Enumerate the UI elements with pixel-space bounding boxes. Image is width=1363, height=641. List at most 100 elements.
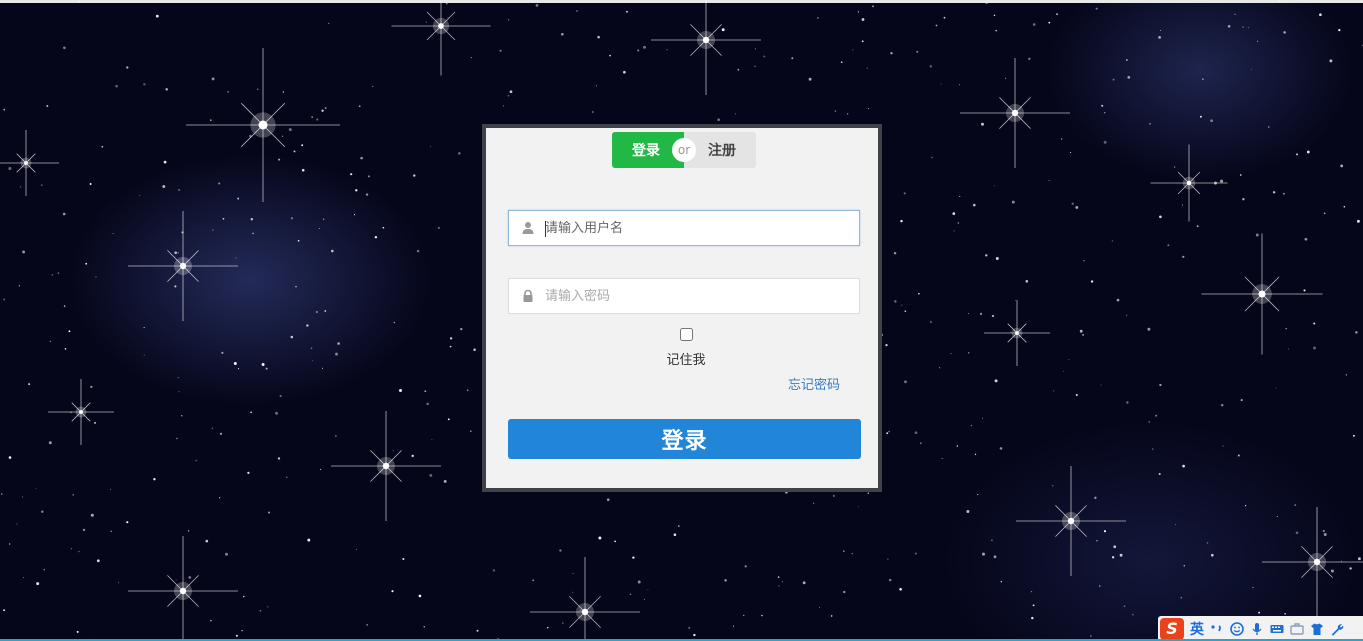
star bbox=[1206, 542, 1209, 544]
forgot-password-link[interactable]: 忘记密码 bbox=[788, 374, 840, 393]
settings-wrench-icon[interactable] bbox=[1330, 622, 1344, 636]
star bbox=[1056, 13, 1058, 15]
login-submit-button[interactable]: 登录 bbox=[508, 419, 861, 459]
star bbox=[413, 174, 416, 177]
star bbox=[293, 150, 296, 153]
star bbox=[724, 579, 727, 582]
star bbox=[430, 145, 431, 147]
star bbox=[572, 572, 574, 575]
star bbox=[1247, 27, 1249, 29]
star bbox=[431, 439, 433, 440]
star bbox=[8, 167, 12, 170]
bright-star bbox=[1150, 144, 1228, 222]
star bbox=[335, 435, 337, 437]
star bbox=[78, 550, 80, 553]
star bbox=[212, 229, 214, 231]
star bbox=[1174, 523, 1177, 526]
star bbox=[802, 581, 806, 585]
star bbox=[1053, 390, 1055, 392]
star bbox=[210, 119, 212, 121]
star bbox=[310, 347, 313, 350]
star bbox=[1103, 140, 1107, 144]
star bbox=[754, 48, 756, 50]
star bbox=[143, 326, 145, 329]
star bbox=[901, 304, 903, 306]
star bbox=[425, 21, 427, 23]
star bbox=[219, 432, 223, 435]
star bbox=[1356, 219, 1360, 223]
password-input[interactable] bbox=[545, 279, 845, 313]
star bbox=[991, 314, 995, 318]
star bbox=[499, 49, 502, 52]
star bbox=[1090, 280, 1094, 283]
star bbox=[647, 589, 649, 591]
star bbox=[999, 447, 1003, 450]
star bbox=[1101, 104, 1104, 107]
username-input[interactable] bbox=[545, 211, 845, 245]
star bbox=[1071, 202, 1074, 205]
sogou-logo-icon[interactable]: S bbox=[1160, 617, 1184, 640]
star bbox=[227, 91, 229, 93]
star bbox=[460, 327, 463, 331]
star bbox=[101, 145, 104, 148]
star bbox=[301, 168, 305, 172]
toolbox-icon[interactable] bbox=[1290, 622, 1304, 636]
star bbox=[155, 14, 159, 18]
star bbox=[1167, 244, 1170, 247]
star bbox=[301, 144, 304, 147]
star bbox=[968, 313, 970, 314]
star bbox=[311, 359, 313, 361]
star bbox=[981, 122, 984, 126]
emoji-icon[interactable] bbox=[1230, 621, 1244, 636]
star bbox=[1278, 0, 1281, 3]
star bbox=[1079, 329, 1083, 333]
star bbox=[614, 540, 616, 543]
star bbox=[970, 424, 973, 427]
ime-mode-toggle[interactable]: 英 bbox=[1190, 619, 1204, 639]
star bbox=[956, 445, 959, 447]
star bbox=[247, 471, 250, 475]
star bbox=[1306, 150, 1310, 154]
star bbox=[311, 116, 313, 118]
star bbox=[1070, 151, 1072, 154]
star bbox=[832, 494, 836, 498]
star bbox=[321, 367, 324, 369]
star bbox=[973, 203, 976, 207]
star bbox=[85, 262, 88, 265]
star bbox=[237, 368, 240, 370]
microphone-icon[interactable] bbox=[1250, 622, 1264, 636]
star bbox=[887, 558, 889, 560]
star bbox=[90, 513, 94, 517]
punctuation-icon[interactable] bbox=[1210, 622, 1224, 636]
star bbox=[1103, 530, 1107, 533]
star bbox=[143, 354, 145, 356]
star bbox=[225, 552, 228, 556]
star bbox=[1345, 374, 1347, 376]
remember-me-checkbox[interactable] bbox=[680, 328, 693, 341]
bright-star bbox=[391, 0, 491, 76]
star bbox=[82, 528, 86, 532]
star bbox=[857, 11, 860, 13]
star bbox=[3, 298, 6, 301]
star bbox=[259, 609, 262, 612]
star bbox=[275, 411, 278, 415]
keyboard-icon[interactable] bbox=[1270, 622, 1284, 636]
star bbox=[693, 633, 696, 637]
star bbox=[609, 54, 611, 57]
star bbox=[546, 626, 549, 629]
star bbox=[1100, 384, 1102, 386]
ime-toolbar: S 英 bbox=[1158, 616, 1363, 641]
star bbox=[353, 214, 356, 216]
star bbox=[1222, 445, 1224, 447]
star bbox=[1125, 314, 1128, 317]
star bbox=[572, 591, 574, 593]
star bbox=[1048, 21, 1051, 24]
star bbox=[241, 629, 243, 632]
star bbox=[443, 479, 447, 483]
skin-icon[interactable] bbox=[1310, 622, 1324, 636]
bright-star bbox=[530, 557, 640, 641]
star bbox=[1227, 25, 1231, 28]
star bbox=[365, 193, 369, 196]
remember-me-label: 记住我 bbox=[666, 353, 706, 368]
bright-star bbox=[0, 130, 59, 196]
